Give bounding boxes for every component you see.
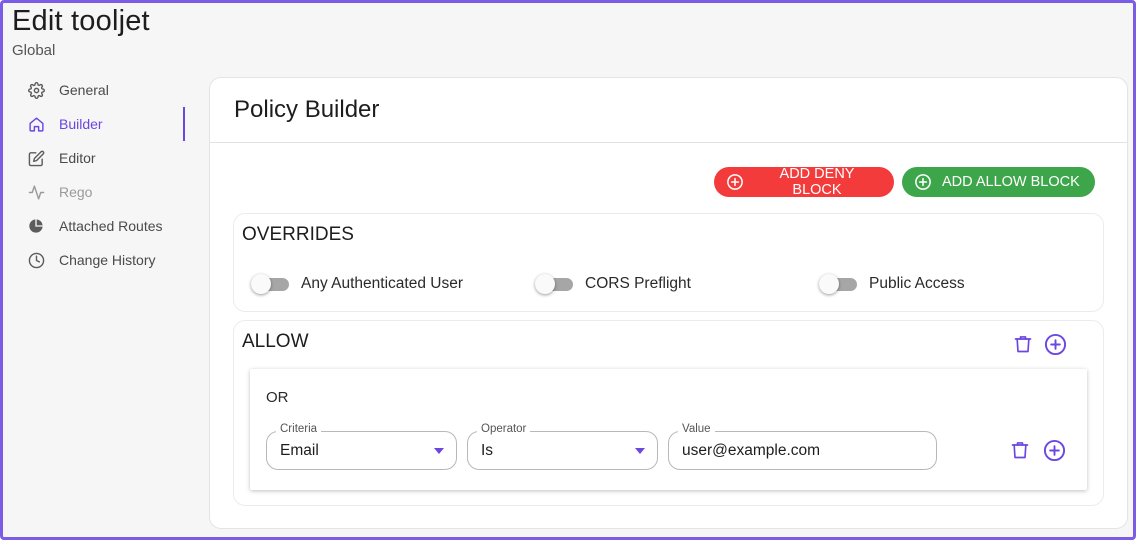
allow-section: ALLOW OR Criteria Email Operator Is Valu… bbox=[233, 320, 1104, 506]
toggle-public-access: Public Access bbox=[819, 274, 965, 294]
home-icon bbox=[26, 114, 46, 134]
add-or-group-button[interactable] bbox=[1043, 332, 1067, 356]
add-deny-block-label: ADD DENY BLOCK bbox=[779, 166, 855, 198]
add-deny-block-button[interactable]: ADD DENY BLOCK bbox=[714, 166, 894, 198]
any-authenticated-user-switch[interactable] bbox=[251, 274, 289, 294]
page-title: Edit tooljet bbox=[12, 5, 150, 37]
sidebar-item-editor[interactable]: Editor bbox=[21, 141, 185, 175]
card-header: Policy Builder bbox=[210, 78, 1127, 143]
app-frame: Edit tooljet Global General Builder Edit… bbox=[0, 0, 1136, 540]
toggle-any-authenticated-user: Any Authenticated User bbox=[251, 274, 463, 294]
delete-allow-block-button[interactable] bbox=[1011, 332, 1035, 356]
toggle-cors-preflight: CORS Preflight bbox=[535, 274, 691, 294]
value-label: Value bbox=[678, 423, 715, 435]
chevron-down-icon bbox=[635, 448, 645, 454]
value-text: user@example.com bbox=[682, 442, 821, 459]
criteria-select[interactable]: Criteria Email bbox=[266, 423, 457, 470]
toggle-label: CORS Preflight bbox=[585, 275, 691, 292]
trash-icon bbox=[1013, 333, 1033, 355]
operator-label: Operator bbox=[477, 423, 531, 435]
sidebar-item-attached-routes[interactable]: Attached Routes bbox=[21, 209, 185, 243]
plus-circle-icon bbox=[914, 173, 932, 191]
sidebar-item-change-history[interactable]: Change History bbox=[21, 243, 185, 277]
plus-circle-icon bbox=[726, 173, 744, 191]
or-group: OR Criteria Email Operator Is Value user… bbox=[250, 369, 1087, 490]
pie-chart-icon bbox=[26, 216, 46, 236]
criteria-value: Email bbox=[280, 442, 319, 459]
allow-title: ALLOW bbox=[242, 331, 309, 352]
cors-preflight-switch[interactable] bbox=[535, 274, 573, 294]
sidebar-item-rego[interactable]: Rego bbox=[21, 175, 185, 209]
plus-circle-icon bbox=[1044, 333, 1067, 356]
toggle-label: Public Access bbox=[869, 275, 965, 292]
sidebar-item-label: Attached Routes bbox=[59, 218, 163, 234]
policy-builder-card: Policy Builder ADD DENY BLOCK ADD ALLOW … bbox=[209, 77, 1128, 529]
trash-icon bbox=[1010, 439, 1030, 461]
overrides-section: OVERRIDES Any Authenticated User CORS Pr… bbox=[233, 213, 1104, 312]
add-allow-block-label: ADD ALLOW BLOCK bbox=[942, 174, 1080, 190]
sidebar-item-general[interactable]: General bbox=[21, 73, 185, 107]
criteria-label: Criteria bbox=[276, 423, 322, 435]
add-rule-button[interactable] bbox=[1042, 438, 1066, 462]
sidebar-item-label: General bbox=[59, 82, 109, 98]
sidebar-item-label: Editor bbox=[59, 150, 96, 166]
gear-icon bbox=[26, 80, 46, 100]
card-title: Policy Builder bbox=[234, 96, 380, 123]
overrides-title: OVERRIDES bbox=[242, 224, 354, 245]
edit-icon bbox=[26, 148, 46, 168]
activity-icon bbox=[26, 182, 46, 202]
sidebar-item-label: Change History bbox=[59, 252, 156, 268]
sidebar-item-builder[interactable]: Builder bbox=[21, 107, 185, 141]
chevron-down-icon bbox=[434, 448, 444, 454]
value-input[interactable]: Value user@example.com bbox=[668, 423, 937, 470]
sidebar: General Builder Editor Rego Attached Rou… bbox=[21, 73, 185, 277]
sidebar-item-label: Rego bbox=[59, 184, 93, 200]
public-access-switch[interactable] bbox=[819, 274, 857, 294]
delete-rule-button[interactable] bbox=[1008, 438, 1032, 462]
add-allow-block-button[interactable]: ADD ALLOW BLOCK bbox=[902, 167, 1095, 197]
plus-circle-icon bbox=[1043, 439, 1066, 462]
or-label: OR bbox=[266, 389, 289, 406]
operator-value: Is bbox=[481, 442, 494, 459]
sidebar-item-label: Builder bbox=[59, 116, 103, 132]
toggle-label: Any Authenticated User bbox=[301, 275, 463, 292]
operator-select[interactable]: Operator Is bbox=[467, 423, 658, 470]
page-subtitle: Global bbox=[12, 42, 56, 59]
clock-icon bbox=[26, 250, 46, 270]
